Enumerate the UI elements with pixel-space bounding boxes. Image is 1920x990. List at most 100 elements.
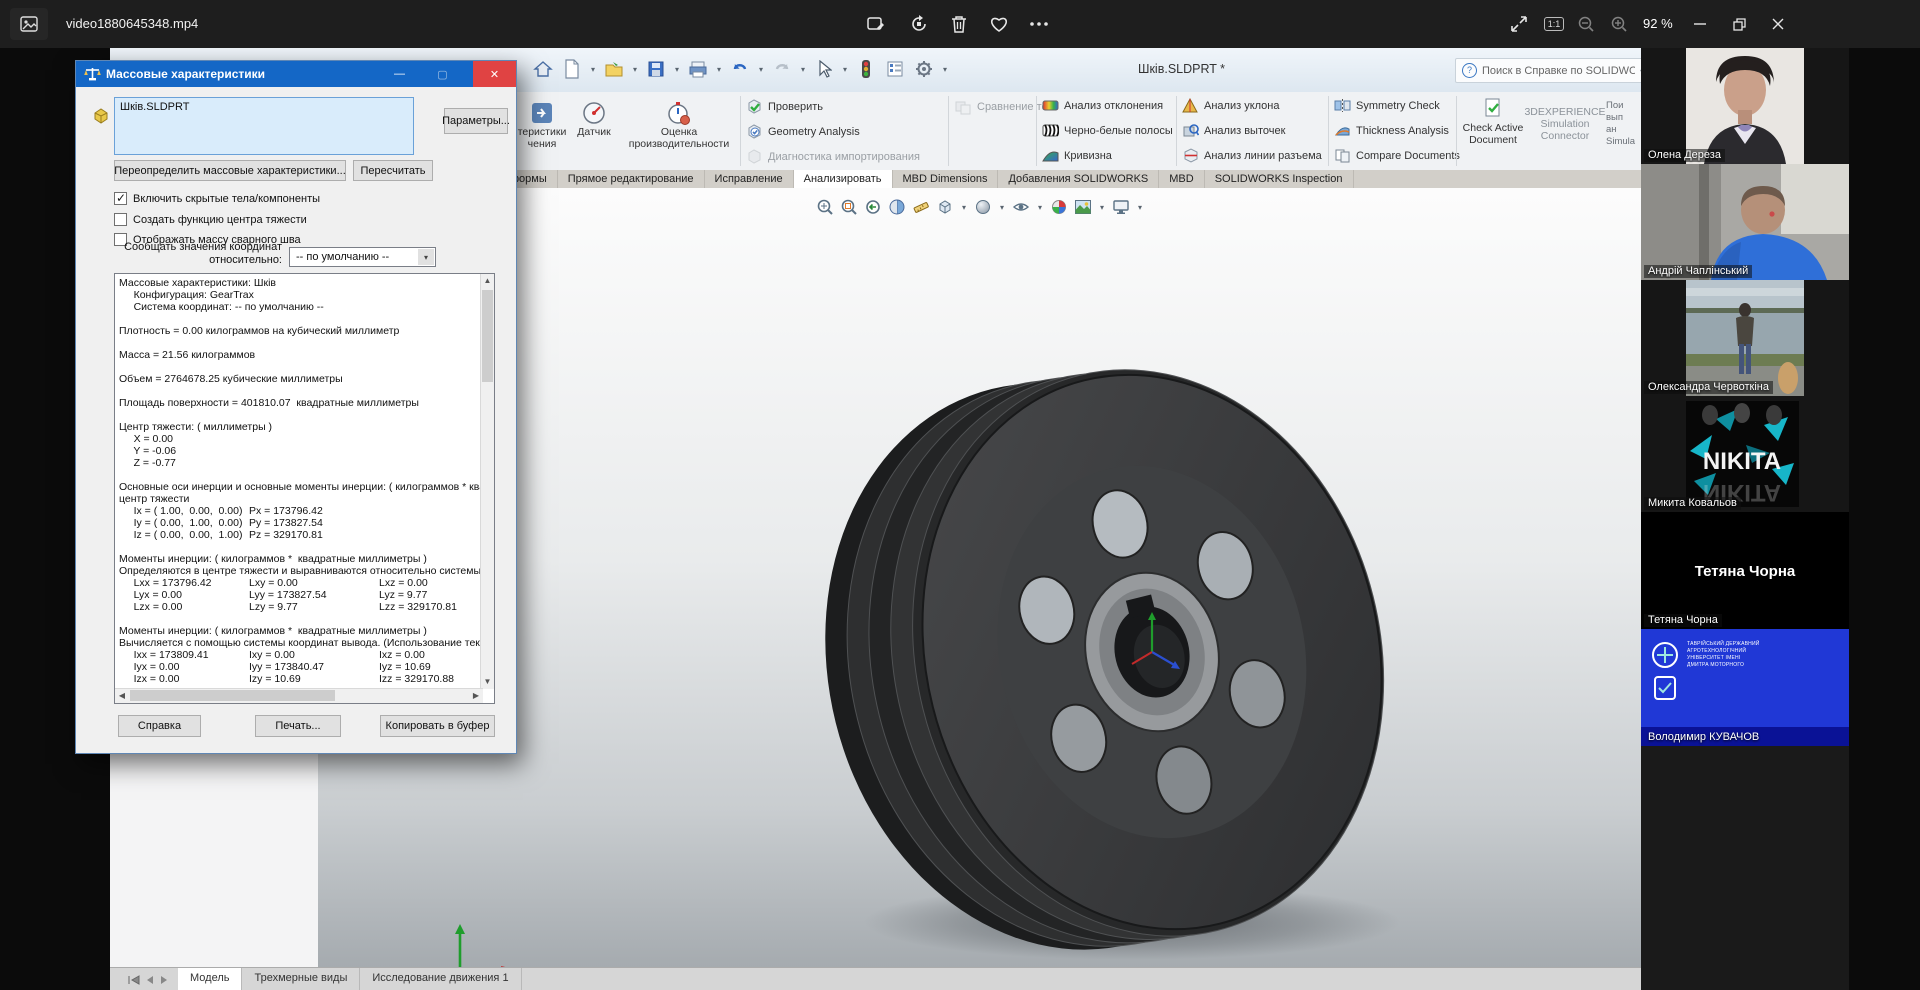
- scroll-right-arrow[interactable]: ▶: [469, 689, 483, 702]
- scene-icon[interactable]: [1073, 197, 1093, 217]
- check-entity-button[interactable]: Проверить: [746, 98, 823, 115]
- model-tab[interactable]: Модель: [178, 968, 242, 990]
- compare-bodies-button[interactable]: Сравнение тел: [954, 98, 1054, 115]
- zoom-area-icon[interactable]: [839, 197, 859, 217]
- create-center-of-mass-checkbox[interactable]: Создать функцию центра тяжести: [114, 213, 307, 226]
- checkbox-icon[interactable]: [114, 192, 127, 205]
- select-arrow-icon[interactable]: [811, 55, 837, 83]
- pulley-model[interactable]: [822, 292, 1422, 972]
- tab-navigation-arrows[interactable]: [110, 968, 178, 990]
- edit-appearance-icon[interactable]: [1049, 197, 1069, 217]
- delete-icon[interactable]: [948, 13, 970, 35]
- scroll-thumb[interactable]: [482, 290, 493, 382]
- coordinate-system-dropdown[interactable]: -- по умолчанию --: [289, 247, 436, 267]
- sensor-button[interactable]: Датчик: [568, 100, 620, 138]
- new-document-caret[interactable]: [588, 55, 598, 83]
- motion-study-tab[interactable]: Исследование движения 1: [360, 968, 521, 990]
- mass-properties-report[interactable]: Массовые характеристики: Шків Конфигурац…: [114, 273, 495, 704]
- zoom-out-icon[interactable]: [1575, 13, 1597, 35]
- edit-image-icon[interactable]: [865, 13, 887, 35]
- participant-tile[interactable]: Андрій Чаплінський: [1641, 164, 1849, 280]
- tab-mbd-dimensions[interactable]: MBD Dimensions: [893, 170, 999, 189]
- file-properties-icon[interactable]: [882, 55, 908, 83]
- solidworks-search-box[interactable]: Поиск в Справке по SOLIDWORKS: [1455, 58, 1651, 83]
- draft-analysis-button[interactable]: Анализ уклона: [1182, 98, 1279, 113]
- tab-mbd[interactable]: MBD: [1159, 170, 1204, 189]
- measure-icon[interactable]: [911, 197, 931, 217]
- scroll-left-arrow[interactable]: ◀: [115, 689, 129, 702]
- override-mass-properties-button[interactable]: Переопределить массовые характеристики..…: [114, 160, 346, 181]
- scroll-down-arrow[interactable]: ▼: [481, 675, 494, 689]
- thickness-analysis-button[interactable]: Thickness Analysis: [1334, 123, 1449, 138]
- redo-caret[interactable]: [798, 55, 808, 83]
- undo-icon[interactable]: [727, 55, 753, 83]
- options-button[interactable]: Параметры...: [444, 108, 508, 134]
- scroll-thumb[interactable]: [130, 690, 335, 701]
- print-caret[interactable]: [714, 55, 724, 83]
- open-document-caret[interactable]: [630, 55, 640, 83]
- 3d-views-tab[interactable]: Трехмерные виды: [242, 968, 360, 990]
- dialog-close-button[interactable]: ✕: [473, 61, 516, 87]
- dropdown-caret-icon[interactable]: [418, 249, 434, 265]
- save-caret[interactable]: [672, 55, 682, 83]
- import-diagnostics-button[interactable]: Диагностика импортирования: [746, 148, 920, 165]
- tab-evaluate[interactable]: Анализировать: [794, 170, 893, 189]
- zoom-in-icon[interactable]: [1608, 13, 1630, 35]
- help-button[interactable]: Справка: [118, 715, 201, 737]
- view-orientation-caret[interactable]: [959, 193, 969, 221]
- favorite-heart-icon[interactable]: [988, 13, 1010, 35]
- redo-icon[interactable]: [769, 55, 795, 83]
- performance-evaluation-button[interactable]: Оценка производительности: [620, 100, 738, 150]
- symmetry-check-button[interactable]: Symmetry Check: [1334, 98, 1440, 113]
- hide-show-caret[interactable]: [1035, 193, 1045, 221]
- tab-repair[interactable]: Исправление: [705, 170, 794, 189]
- threedexperience-connector-button[interactable]: 3DEXPERIENCE Simulation Connector: [1526, 106, 1604, 142]
- parting-line-analysis-button[interactable]: Анализ линии разъема: [1182, 148, 1322, 163]
- zebra-stripes-button[interactable]: Черно-белые полосы: [1042, 123, 1173, 138]
- display-style-icon[interactable]: [973, 197, 993, 217]
- tab-solidworks-addins[interactable]: Добавления SOLIDWORKS: [998, 170, 1159, 189]
- curvature-button[interactable]: Кривизна: [1042, 148, 1112, 163]
- new-document-icon[interactable]: [559, 55, 585, 83]
- participant-tile[interactable]: Олена Дереза: [1641, 48, 1849, 164]
- undo-caret[interactable]: [756, 55, 766, 83]
- dialog-minimize-button[interactable]: —: [378, 61, 421, 87]
- display-style-caret[interactable]: [997, 193, 1007, 221]
- actual-size-icon[interactable]: 1:1: [1541, 13, 1567, 35]
- deviation-analysis-button[interactable]: Анализ отклонения: [1042, 98, 1163, 113]
- view-orientation-icon[interactable]: [935, 197, 955, 217]
- zoom-fit-icon[interactable]: [815, 197, 835, 217]
- participant-tile[interactable]: NIKITA NIKITA Микита Ковальов: [1641, 396, 1849, 512]
- recalculate-button[interactable]: Пересчитать: [353, 160, 433, 181]
- geometry-analysis-button[interactable]: Geometry Analysis: [746, 123, 860, 140]
- window-minimize-button[interactable]: [1678, 0, 1722, 48]
- print-button[interactable]: Печать...: [255, 715, 341, 737]
- previous-view-icon[interactable]: [863, 197, 883, 217]
- undercut-analysis-button[interactable]: Анализ выточек: [1182, 123, 1285, 138]
- options-gear-icon[interactable]: [911, 55, 937, 83]
- report-vertical-scrollbar[interactable]: ▲ ▼: [480, 274, 494, 689]
- check-active-document-button[interactable]: Check Active Document: [1462, 98, 1524, 146]
- window-close-button[interactable]: [1756, 0, 1800, 48]
- more-options-icon[interactable]: [1028, 13, 1050, 35]
- scene-caret[interactable]: [1097, 193, 1107, 221]
- checkbox-icon[interactable]: [114, 213, 127, 226]
- report-horizontal-scrollbar[interactable]: ◀ ▶: [115, 688, 483, 703]
- dialog-title-bar[interactable]: Массовые характеристики — ▢ ✕: [76, 61, 516, 87]
- rotate-icon[interactable]: [908, 13, 930, 35]
- window-restore-button[interactable]: [1717, 0, 1761, 48]
- view-settings-icon[interactable]: [1111, 197, 1131, 217]
- section-view-icon[interactable]: [887, 197, 907, 217]
- select-caret[interactable]: [840, 55, 850, 83]
- save-icon[interactable]: [643, 55, 669, 83]
- rebuild-traffic-light-icon[interactable]: [853, 55, 879, 83]
- ribbon-clipped-left-button[interactable]: теристики чения: [516, 100, 568, 150]
- open-document-icon[interactable]: [601, 55, 627, 83]
- hide-show-items-icon[interactable]: [1011, 197, 1031, 217]
- tab-direct-editing[interactable]: Прямое редактирование: [558, 170, 705, 189]
- participant-tile[interactable]: ТАВРІЙСЬКИЙ ДЕРЖАВНИЙ АГРОТЕХНОЛОГІЧНИЙ …: [1641, 629, 1849, 746]
- participant-tile[interactable]: Олександра Червоткіна: [1641, 280, 1849, 396]
- dialog-maximize-button[interactable]: ▢: [421, 61, 464, 87]
- part-name-field[interactable]: Шків.SLDPRT: [114, 97, 414, 155]
- fullscreen-icon[interactable]: [1508, 13, 1530, 35]
